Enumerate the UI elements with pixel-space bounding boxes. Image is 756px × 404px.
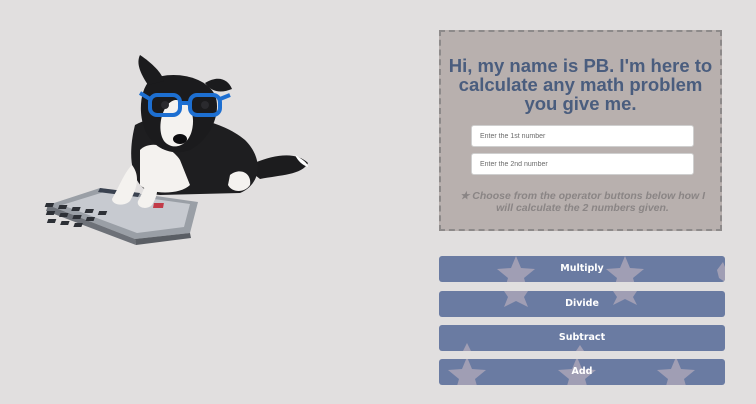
- multiply-button-label: Multiply: [560, 263, 604, 274]
- operator-instructions: ★ Choose from the operator buttons below…: [459, 190, 706, 214]
- dog-calculator-image: [44, 55, 308, 245]
- multiply-button[interactable]: Multiply: [439, 256, 725, 282]
- number-inputs: [471, 125, 694, 181]
- add-button[interactable]: Add: [439, 359, 725, 385]
- subtract-button[interactable]: Subtract: [439, 325, 725, 351]
- input-panel: Hi, my name is PB. I'm here to calculate…: [439, 30, 722, 231]
- page-title: Hi, my name is PB. I'm here to calculate…: [448, 55, 713, 114]
- add-button-label: Add: [571, 366, 593, 377]
- divide-button[interactable]: Divide: [439, 291, 725, 317]
- calculator-page: Hi, my name is PB. I'm here to calculate…: [0, 0, 756, 404]
- divide-button-label: Divide: [565, 298, 599, 309]
- second-number-input[interactable]: [471, 153, 694, 175]
- first-number-input[interactable]: [471, 125, 694, 147]
- subtract-button-label: Subtract: [558, 332, 606, 343]
